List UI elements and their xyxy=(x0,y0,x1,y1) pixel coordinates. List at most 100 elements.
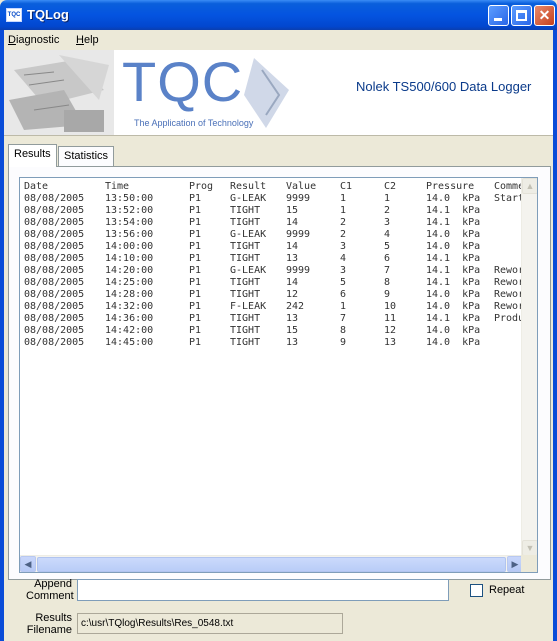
scroll-up-icon[interactable]: ▲ xyxy=(522,178,537,194)
table-cell: 13 xyxy=(384,337,397,348)
table-cell: 08/08/2005 xyxy=(24,217,85,228)
table-cell: P1 xyxy=(189,193,202,204)
minimize-button[interactable] xyxy=(488,5,509,26)
repeat-checkbox[interactable] xyxy=(470,584,483,597)
table-cell: P1 xyxy=(189,337,202,348)
table-cell: 08/08/2005 xyxy=(24,277,85,288)
table-cell: 14.0 kPa xyxy=(426,289,481,300)
table-cell: 7 xyxy=(384,265,391,276)
table-cell: 1 xyxy=(340,205,347,216)
label-line: Append xyxy=(34,578,72,590)
tab-results[interactable]: Results xyxy=(8,144,57,167)
table-cell: 13 xyxy=(286,337,299,348)
table-cell: 14.1 kPa xyxy=(426,253,481,264)
table-cell: P1 xyxy=(189,277,202,288)
table-cell: 12 xyxy=(286,289,299,300)
table-cell: 1 xyxy=(340,193,347,204)
horizontal-scroll-thumb[interactable] xyxy=(37,557,506,572)
table-cell: 3 xyxy=(340,265,347,276)
table-cell: 14:00:00 xyxy=(105,241,154,252)
label-line: Results xyxy=(35,612,72,624)
column-header: Pressure xyxy=(426,181,475,192)
table-cell: 15 xyxy=(286,205,299,216)
table-cell: G-LEAK xyxy=(230,265,267,276)
table-cell: P1 xyxy=(189,253,202,264)
menu-diagnostic[interactable]: Diagnostic xyxy=(8,34,59,46)
table-cell: 12 xyxy=(384,325,397,336)
table-cell: P1 xyxy=(189,217,202,228)
results-listbox[interactable]: Date Time Prog Result Value C1 C2 Pressu… xyxy=(19,177,538,573)
table-cell: 9 xyxy=(340,337,347,348)
append-comment-input[interactable] xyxy=(77,579,449,601)
horizontal-scrollbar[interactable]: ◀ ▶ xyxy=(20,555,523,572)
table-cell: 14.0 kPa xyxy=(426,229,481,240)
table-cell: G-LEAK xyxy=(230,193,267,204)
table-cell: TIGHT xyxy=(230,217,261,228)
maximize-button[interactable] xyxy=(511,5,532,26)
menu-label: elp xyxy=(83,34,99,46)
table-cell: P1 xyxy=(189,241,202,252)
scroll-down-icon[interactable]: ▼ xyxy=(522,540,537,556)
scroll-left-icon[interactable]: ◀ xyxy=(20,556,36,572)
table-cell: 242 xyxy=(286,301,305,312)
table-cell: 14.0 kPa xyxy=(426,193,481,204)
menu-help[interactable]: Help xyxy=(76,34,99,46)
table-cell: 14.1 kPa xyxy=(426,313,481,324)
vertical-scrollbar[interactable]: ▲ ▼ xyxy=(521,178,537,556)
table-cell: TIGHT xyxy=(230,313,261,324)
table-cell: P1 xyxy=(189,313,202,324)
table-cell: 14 xyxy=(286,277,299,288)
menu-label: iagnostic xyxy=(15,34,60,46)
table-cell: 4 xyxy=(340,253,347,264)
table-cell: 08/08/2005 xyxy=(24,205,85,216)
table-cell: Rewor xyxy=(494,277,523,288)
table-cell: TIGHT xyxy=(230,205,261,216)
table-cell: 13:50:00 xyxy=(105,193,154,204)
label-line: Comment xyxy=(26,590,74,602)
table-cell: 6 xyxy=(384,253,391,264)
table-cell: G-LEAK xyxy=(230,229,267,240)
table-cell: 14.0 kPa xyxy=(426,301,481,312)
table-cell: P1 xyxy=(189,265,202,276)
table-cell: 1 xyxy=(340,301,347,312)
table-cell: TIGHT xyxy=(230,289,261,300)
table-cell: P1 xyxy=(189,289,202,300)
results-filename-label: Results Filename xyxy=(26,612,72,636)
append-comment-label: Append Comment xyxy=(26,578,74,602)
title-bar[interactable]: TQC TQLog ✕ xyxy=(0,0,557,30)
table-cell: 13:52:00 xyxy=(105,205,154,216)
table-cell: 2 xyxy=(384,205,391,216)
table-cell: P1 xyxy=(189,325,202,336)
table-cell: 14.1 kPa xyxy=(426,265,481,276)
header-banner: TQC The Application of Technology Nolek … xyxy=(4,50,553,136)
table-cell: 08/08/2005 xyxy=(24,337,85,348)
table-cell: F-LEAK xyxy=(230,301,267,312)
table-cell: 9 xyxy=(384,289,391,300)
table-cell: TIGHT xyxy=(230,337,261,348)
table-cell: P1 xyxy=(189,301,202,312)
tab-statistics[interactable]: Statistics xyxy=(58,146,115,166)
column-header: C1 xyxy=(340,181,353,192)
table-cell: 14.1 kPa xyxy=(426,217,481,228)
table-cell: 2 xyxy=(340,229,347,240)
table-cell: 14 xyxy=(286,217,299,228)
minimize-icon xyxy=(494,18,502,21)
window-title: TQLog xyxy=(27,7,69,22)
table-cell: P1 xyxy=(189,229,202,240)
close-button[interactable]: ✕ xyxy=(534,5,555,26)
table-cell: 14:36:00 xyxy=(105,313,154,324)
column-header: Result xyxy=(230,181,267,192)
table-cell: 11 xyxy=(384,313,397,324)
app-icon: TQC xyxy=(6,8,22,22)
table-cell: TIGHT xyxy=(230,241,261,252)
table-cell: 5 xyxy=(384,241,391,252)
scrollbar-corner xyxy=(521,555,537,572)
table-cell: 2 xyxy=(340,217,347,228)
table-cell: 08/08/2005 xyxy=(24,241,85,252)
table-cell: Produ xyxy=(494,313,523,324)
column-header: C2 xyxy=(384,181,397,192)
results-list-body: Date Time Prog Result Value C1 C2 Pressu… xyxy=(20,178,523,556)
table-cell: 14.1 kPa xyxy=(426,277,481,288)
table-cell: 14:10:00 xyxy=(105,253,154,264)
column-header: Time xyxy=(105,181,130,192)
